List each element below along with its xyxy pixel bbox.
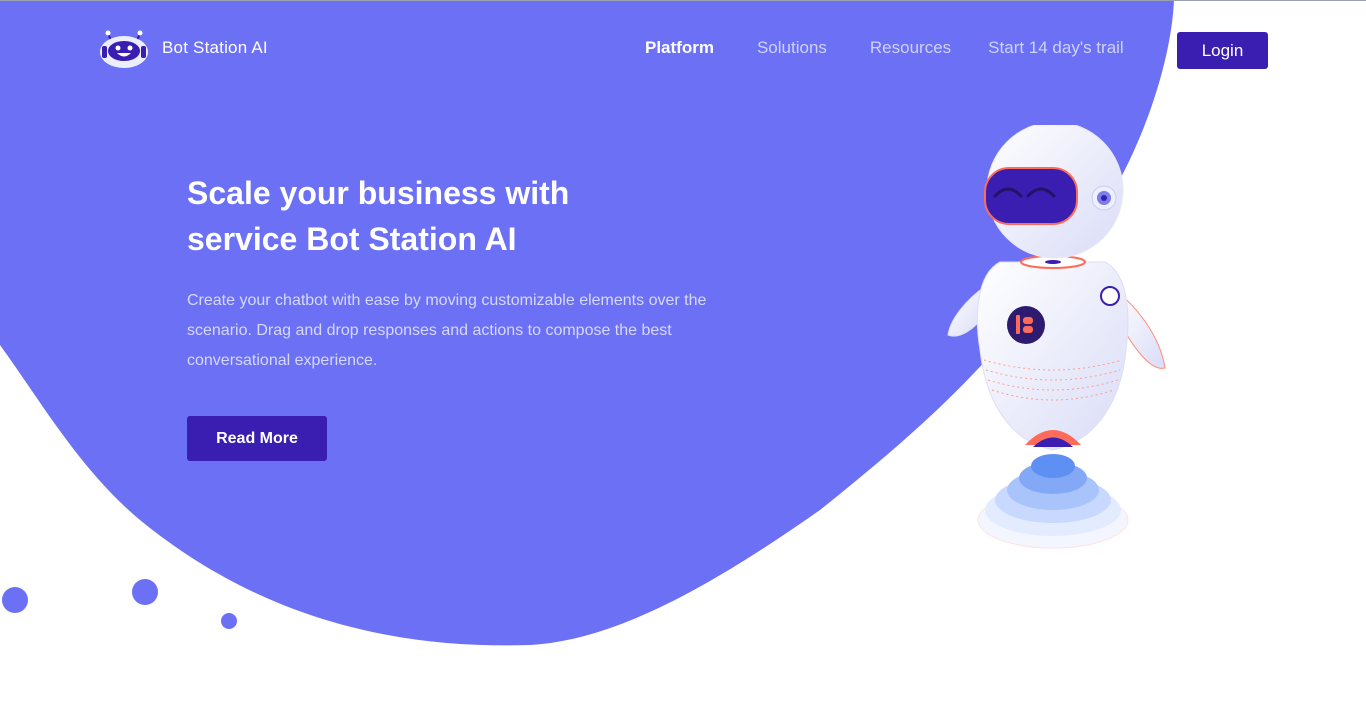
main-nav: Platform Solutions Resources Start 14 da…: [645, 38, 1124, 58]
brand-name: Bot Station AI: [162, 38, 268, 57]
robot-illustration: [947, 125, 1166, 549]
nav-link-start-trial[interactable]: Start 14 day's trail: [988, 38, 1124, 58]
hero-title: Scale your business with service Bot Sta…: [187, 175, 570, 257]
decor-dot: [132, 579, 158, 605]
read-more-button[interactable]: Read More: [187, 416, 327, 461]
navbar: Bot Station AI Platform Solutions Resour…: [0, 0, 1366, 100]
robot-head-icon: [100, 30, 148, 68]
robot-chest-badge: [1007, 306, 1045, 344]
login-button[interactable]: Login: [1177, 32, 1268, 69]
decor-dot: [221, 613, 237, 629]
nav-link-platform[interactable]: Platform: [645, 38, 714, 58]
decor-dot: [2, 587, 28, 613]
hero-description: Create your chatbot with ease by moving …: [187, 292, 707, 369]
robot-light-beam: [977, 454, 1129, 549]
brand-logo[interactable]: Bot Station AI: [98, 26, 268, 70]
nav-link-resources[interactable]: Resources: [870, 38, 951, 58]
nav-link-solutions[interactable]: Solutions: [757, 38, 827, 58]
hero-section: Scale your business with service Bot Sta…: [187, 170, 767, 461]
